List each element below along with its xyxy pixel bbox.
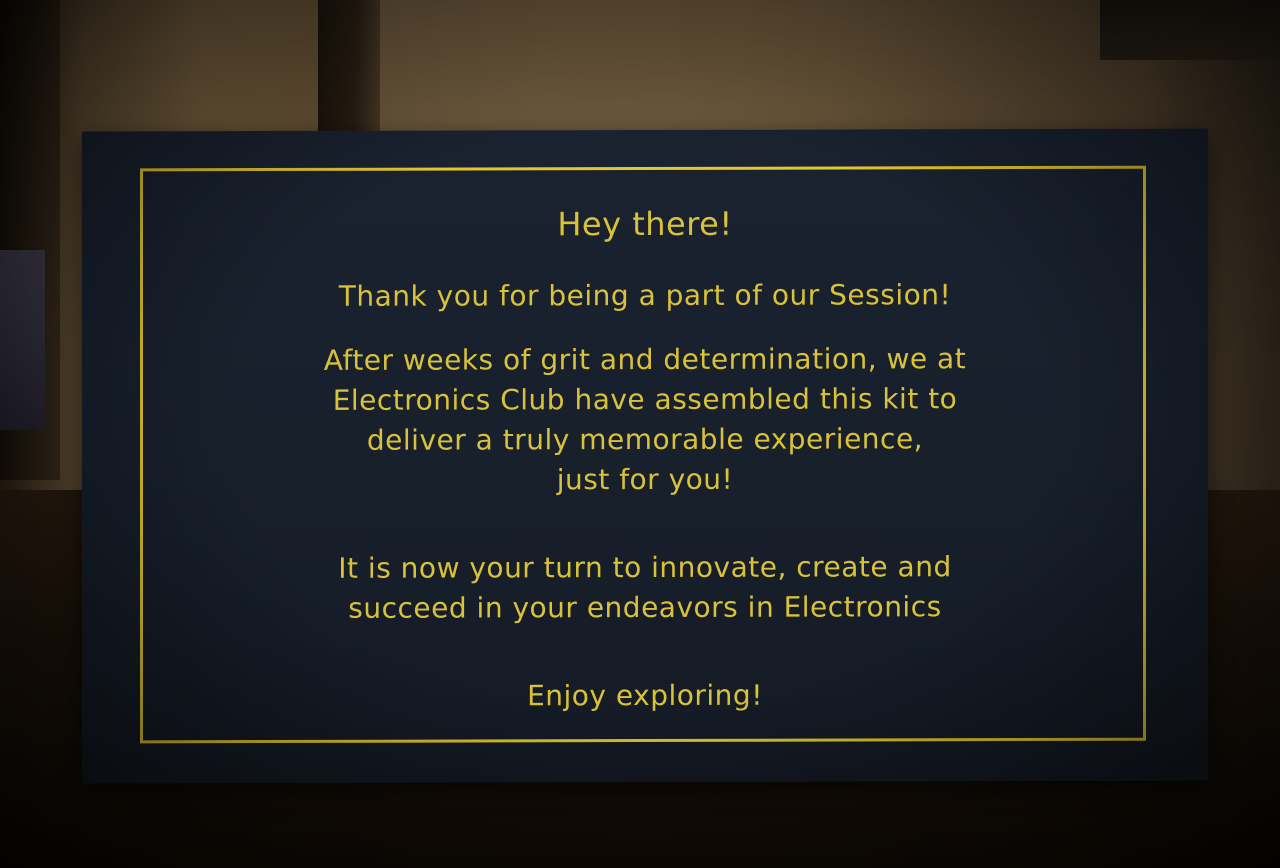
card-paragraph-1: After weeks of grit and determination, w… <box>82 339 1208 502</box>
paragraph-1-line: deliver a truly memorable experience, <box>366 422 924 457</box>
background-object <box>0 250 45 430</box>
photo-scene: Hey there! Thank you for being a part of… <box>0 0 1280 868</box>
paragraph-1-line: Electronics Club have assembled this kit… <box>332 382 958 417</box>
card-greeting: Hey there! <box>557 204 733 244</box>
card-thanks-line: Thank you for being a part of our Sessio… <box>338 278 952 313</box>
cardboard-box-seam <box>318 0 380 140</box>
paragraph-2-line: It is now your turn to innovate, create … <box>338 550 952 585</box>
paragraph-2-line: succeed in your endeavors in Electronics <box>348 590 942 625</box>
card-signoff: Enjoy exploring! <box>527 678 763 713</box>
thank-you-card: Hey there! Thank you for being a part of… <box>82 128 1208 784</box>
paragraph-1-line: just for you! <box>556 462 734 497</box>
box-shadow-corner <box>1100 0 1280 60</box>
card-paragraph-2: It is now your turn to innovate, create … <box>82 547 1208 630</box>
paragraph-1-line: After weeks of grit and determination, w… <box>323 342 967 377</box>
